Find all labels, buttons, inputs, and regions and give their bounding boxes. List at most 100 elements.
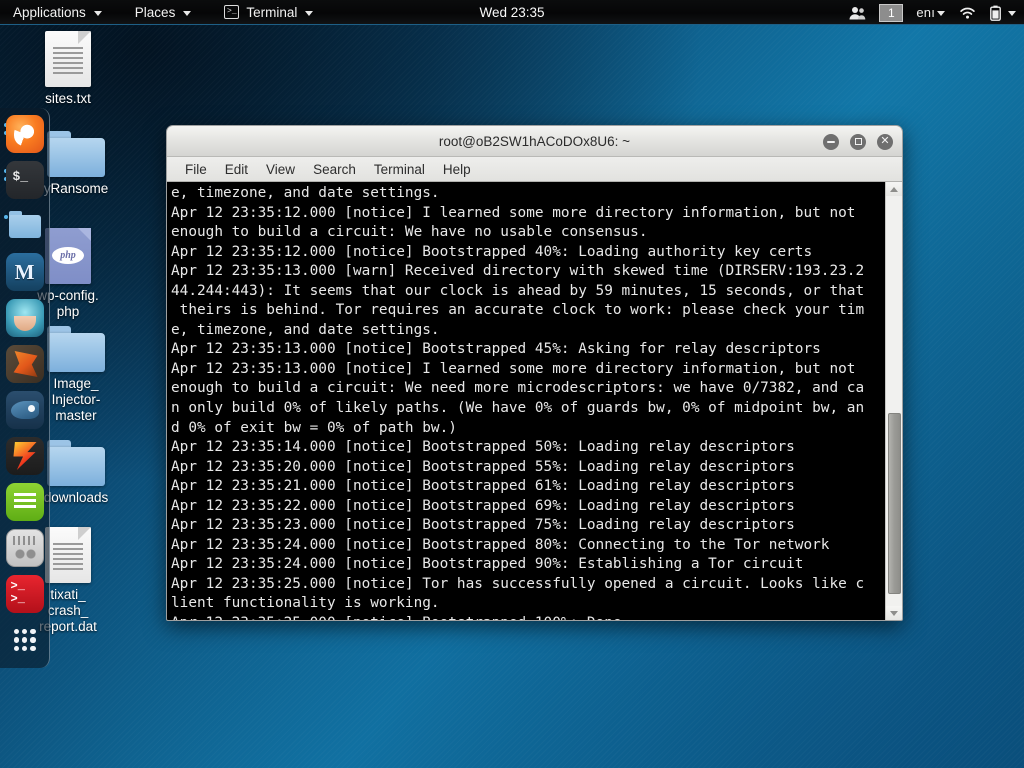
- desktop-icon-label: Image_ Injector- master: [51, 376, 101, 423]
- terminal-line: Apr 12 23:35:23.000 [notice] Bootstrappe…: [171, 517, 795, 534]
- firefox-icon: [5, 115, 44, 153]
- dock-item-root-terminal[interactable]: [3, 574, 47, 614]
- terminal-line: Apr 12 23:35:12.000 [notice] Bootstrappe…: [171, 243, 813, 260]
- minimize-icon: [827, 140, 835, 143]
- folder-body-decoration: [47, 138, 105, 177]
- chevron-down-icon: [305, 10, 314, 16]
- panel-menu-terminal[interactable]: >_ Terminal: [202, 0, 324, 25]
- chevron-down-icon: [183, 10, 192, 16]
- users-icon[interactable]: [842, 0, 871, 25]
- input-method-indicator[interactable]: enı: [911, 0, 950, 25]
- terminal-line: enough to build a circuit: We need more …: [171, 380, 865, 397]
- menu-item-help[interactable]: Help: [434, 157, 480, 182]
- window-controls: ✕: [823, 126, 893, 157]
- folder-icon: [47, 326, 105, 372]
- terminal-line: Apr 12 23:35:13.000 [notice] I learned s…: [171, 360, 856, 377]
- menu-item-terminal[interactable]: Terminal: [365, 157, 434, 182]
- maltego-icon: [5, 299, 44, 337]
- terminal-body[interactable]: e, timezone, and date settings. Apr 12 23…: [167, 182, 902, 620]
- panel-menu-applications[interactable]: Applications: [0, 0, 113, 25]
- panel-menu-places[interactable]: Places: [113, 0, 203, 25]
- scrollbar-thumb[interactable]: [887, 413, 901, 594]
- wifi-icon[interactable]: [954, 0, 981, 25]
- dock-item-firefox[interactable]: [3, 114, 47, 154]
- menu-item-search[interactable]: Search: [304, 157, 365, 182]
- chevron-down-icon: [93, 10, 102, 16]
- application-dock: [0, 108, 50, 668]
- dock-item-wireshark[interactable]: [3, 390, 47, 430]
- desktop[interactable]: Applications Places >_ Terminal Wed 23:3…: [0, 0, 1024, 768]
- folder-icon: [47, 440, 105, 486]
- folder-body-decoration: [47, 333, 105, 372]
- panel-menu-places-label: Places: [134, 4, 176, 20]
- workspace-switcher[interactable]: 1: [879, 3, 904, 22]
- dock-item-files[interactable]: [3, 206, 47, 246]
- app-grid-icon: [6, 621, 44, 659]
- terminal-line: n only build 0% of likely paths. (We hav…: [171, 400, 865, 417]
- scroll-up-button[interactable]: [885, 182, 902, 196]
- terminal-line: Apr 12 23:35:21.000 [notice] Bootstrappe…: [171, 478, 795, 495]
- terminal-line: Apr 12 23:35:25.000 [notice] Tor has suc…: [171, 575, 865, 592]
- close-icon: ✕: [880, 135, 890, 147]
- terminal-line: Apr 12 23:35:22.000 [notice] Bootstrappe…: [171, 497, 795, 514]
- desktop-icon-sites-txt[interactable]: sites.txt: [20, 31, 116, 107]
- scroll-down-button[interactable]: [885, 606, 902, 620]
- panel-menu-applications-label: Applications: [13, 4, 86, 20]
- terminal-line: d 0% of exit bw = 0% of path bw.): [171, 419, 457, 436]
- terminal-window[interactable]: root@oB2SW1hACoDOx8U6: ~ ✕ File Edit Vie…: [166, 125, 903, 621]
- panel-menu-terminal-label: Terminal: [246, 4, 298, 20]
- wireshark-icon: [5, 391, 44, 429]
- metasploit-icon: [5, 253, 44, 291]
- php-badge-decoration: php: [52, 247, 84, 264]
- terminal-line: enough to build a circuit: We have no us…: [171, 224, 648, 241]
- terminal-line: e, timezone, and date settings.: [171, 321, 440, 338]
- terminal-icon: >_: [224, 5, 240, 19]
- chevron-down-icon: [937, 11, 945, 16]
- menu-item-file[interactable]: File: [176, 157, 216, 182]
- file-lines-decoration: [53, 543, 83, 571]
- dock-item-show-applications[interactable]: [3, 620, 47, 660]
- panel-tray: 1 enı: [842, 0, 1018, 25]
- menu-item-edit[interactable]: Edit: [216, 157, 257, 182]
- dock-item-maltego[interactable]: [3, 298, 47, 338]
- maximize-icon: [854, 138, 862, 145]
- terminal-line: theirs is behind. Tor requires an accura…: [171, 302, 865, 319]
- desktop-icon-label: yRansome: [43, 181, 109, 196]
- window-title: root@oB2SW1hACoDOx8U6: ~: [438, 133, 631, 149]
- dock-item-notes[interactable]: [3, 482, 47, 522]
- menu-item-view[interactable]: View: [257, 157, 304, 182]
- folder-icon: [47, 131, 105, 177]
- dock-item-foxit-reader[interactable]: [3, 436, 47, 476]
- file-lines-decoration: [53, 47, 83, 75]
- text-file-icon: [45, 527, 91, 583]
- calculator-icon: [5, 529, 44, 567]
- minimize-button[interactable]: [823, 133, 839, 150]
- image-injector-icon: [5, 345, 44, 383]
- folder-body-decoration: [8, 215, 41, 238]
- terminal-line: Apr 12 23:35:25.000 [notice] Bootstrappe…: [171, 614, 885, 620]
- folder-body-decoration: [47, 447, 105, 486]
- text-file-icon: [45, 31, 91, 87]
- dock-item-metasploit[interactable]: [3, 252, 47, 292]
- terminal-scrollbar[interactable]: [885, 182, 902, 620]
- php-file-icon: php: [45, 228, 91, 284]
- top-panel: Applications Places >_ Terminal Wed 23:3…: [0, 0, 1024, 25]
- terminal-line: Apr 12 23:35:12.000 [notice] I learned s…: [171, 204, 856, 221]
- dock-item-image-injector[interactable]: [3, 344, 47, 384]
- terminal-line: lient functionality is working.: [171, 595, 440, 612]
- terminal-line: 44.244:443): It seems that our clock is …: [171, 282, 865, 299]
- chevron-down-icon: [890, 610, 898, 616]
- close-button[interactable]: ✕: [877, 133, 893, 150]
- battery-icon[interactable]: [985, 0, 1018, 25]
- maximize-button[interactable]: [850, 133, 866, 150]
- terminal-line: Apr 12 23:35:14.000 [notice] Bootstrappe…: [171, 439, 795, 456]
- terminal-line: Apr 12 23:35:20.000 [notice] Bootstrappe…: [171, 458, 795, 475]
- dock-item-terminal[interactable]: [3, 160, 47, 200]
- terminal-output[interactable]: e, timezone, and date settings. Apr 12 23…: [167, 182, 885, 620]
- window-titlebar[interactable]: root@oB2SW1hACoDOx8U6: ~ ✕: [167, 126, 902, 157]
- root-terminal-icon: [5, 575, 44, 613]
- notes-icon: [5, 483, 44, 521]
- dock-item-calculator[interactable]: [3, 528, 47, 568]
- chevron-down-icon: [1008, 11, 1016, 16]
- scrollbar-track[interactable]: [885, 196, 902, 606]
